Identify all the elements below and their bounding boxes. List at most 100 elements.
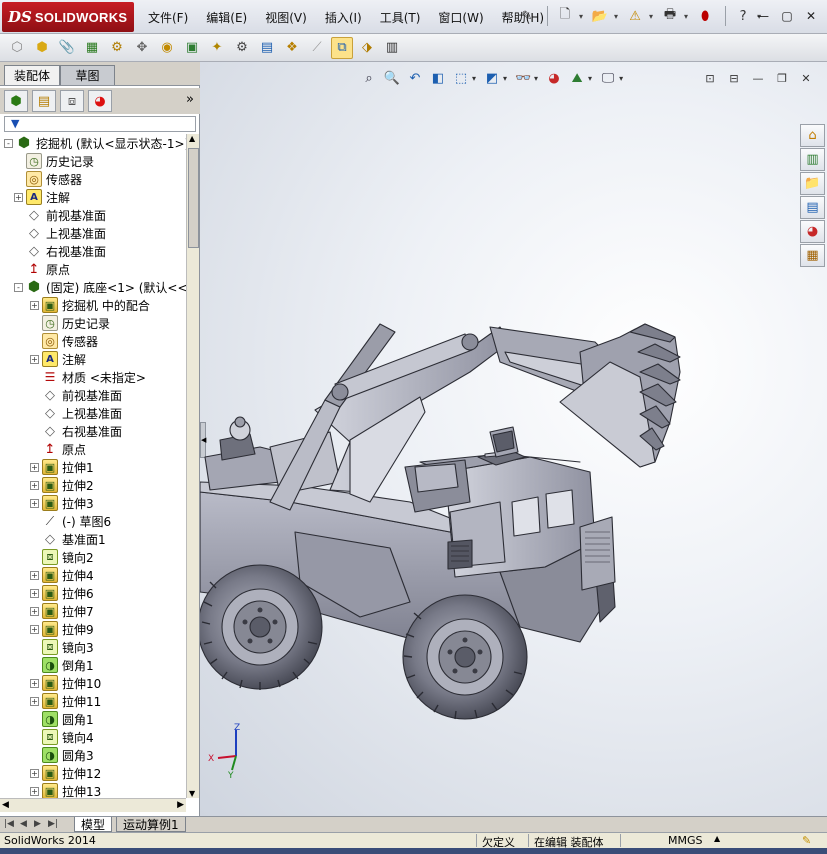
tree-item[interactable]: ◷ 历史记录 <box>30 314 110 332</box>
expand-icon[interactable]: + <box>30 678 39 688</box>
tree-item[interactable]: ☰ 材质 <未指定> <box>30 368 146 386</box>
traffic-light-icon[interactable]: ⬮ <box>694 6 716 26</box>
tree-item[interactable]: - ⬢ (固定) 底座<1> (默认<<默 <box>14 278 186 296</box>
exploded-view-icon[interactable]: ❖ <box>281 37 303 59</box>
new-motion-study-icon[interactable]: ⚙ <box>231 37 253 59</box>
view-palette-icon[interactable]: ▤ <box>800 196 825 219</box>
tab-motion-study[interactable]: 运动算例1 <box>116 817 186 832</box>
expand-icon[interactable]: + <box>30 588 39 598</box>
tree-horizontal-scrollbar[interactable]: ◀ ▶ <box>0 798 186 812</box>
viewport-restore-icon[interactable]: ❐ <box>773 70 791 86</box>
tree-item[interactable]: + ▣ 拉伸2 <box>30 476 94 494</box>
tree-item[interactable]: ⧈ 镜向2 <box>30 548 94 566</box>
viewport-minimize-icon[interactable]: — <box>749 70 767 86</box>
scroll-up-icon[interactable]: ▲ <box>189 134 195 143</box>
new-dropdown-icon[interactable]: ▾ <box>579 12 583 21</box>
tree-item[interactable]: ◇ 前视基准面 <box>14 206 106 224</box>
tree-item[interactable]: + ▣ 拉伸1 <box>30 458 94 476</box>
tree-item[interactable]: + ▣ 拉伸9 <box>30 620 94 638</box>
feature-manager-icon[interactable]: ⬢ <box>4 90 28 112</box>
tree-item[interactable]: ◑ 圆角3 <box>30 746 94 764</box>
display-style-icon[interactable]: ◩ <box>483 69 501 87</box>
reference-geometry-icon[interactable]: ✦ <box>206 37 228 59</box>
first-tab-icon[interactable]: |◀ <box>4 819 14 829</box>
tree-item[interactable]: + ▣ 拉伸11 <box>30 692 101 710</box>
tree-item[interactable]: ◇ 上视基准面 <box>14 224 106 242</box>
tree-item[interactable]: ◇ 基准面1 <box>30 530 106 548</box>
smart-fasteners-icon[interactable]: ⚙ <box>106 37 128 59</box>
open-dropdown-icon[interactable]: ▾ <box>614 12 618 21</box>
menu-view[interactable]: 视图(V) <box>263 9 309 26</box>
bill-of-materials-icon[interactable]: ▤ <box>256 37 278 59</box>
tree-item[interactable]: + ▣ 拉伸10 <box>30 674 101 692</box>
mate-icon[interactable]: 📎 <box>56 37 78 59</box>
expand-icon[interactable]: + <box>30 462 39 472</box>
file-explorer-icon[interactable]: 📁 <box>800 172 825 195</box>
expand-icon[interactable]: + <box>30 606 39 616</box>
tree-filter[interactable]: ▼ <box>4 116 196 132</box>
tree-item[interactable]: ◑ 倒角1 <box>30 656 94 674</box>
solidworks-logo[interactable]: DS SOLIDWORKS <box>2 2 134 32</box>
tree-item[interactable]: + ▣ 拉伸6 <box>30 584 94 602</box>
design-library-icon[interactable]: ▥ <box>800 148 825 171</box>
tree-item[interactable]: + ▣ 拉伸13 <box>30 782 101 798</box>
viewport-split-icon[interactable]: ⊟ <box>725 70 743 86</box>
tree-item[interactable]: + A 注解 <box>30 350 86 368</box>
tree-item[interactable]: ◇ 前视基准面 <box>30 386 122 404</box>
tree-item[interactable]: + ▣ 挖掘机 中的配合 <box>30 296 150 314</box>
tree-item[interactable]: ↥ 原点 <box>30 440 86 458</box>
menu-window[interactable]: 窗口(W) <box>436 9 485 26</box>
next-tab-icon[interactable]: ▶ <box>34 819 41 829</box>
tree-item[interactable]: + ▣ 拉伸3 <box>30 494 94 512</box>
view-orientation-dropdown-icon[interactable]: ▾ <box>472 74 476 83</box>
status-notes-icon[interactable]: ✎ <box>802 834 811 847</box>
print-dropdown-icon[interactable]: ▾ <box>684 12 688 21</box>
tree-item[interactable]: + ▣ 拉伸12 <box>30 764 101 782</box>
scroll-thumb[interactable] <box>188 148 199 248</box>
tree-item[interactable]: + ▣ 拉伸4 <box>30 566 94 584</box>
tree-item[interactable]: ◇ 右视基准面 <box>14 242 106 260</box>
excavator-model[interactable] <box>200 62 827 816</box>
tree-item[interactable]: ◑ 圆角1 <box>30 710 94 728</box>
status-units[interactable]: MMGS <box>668 834 703 847</box>
menu-file[interactable]: 文件(F) <box>146 9 190 26</box>
assembly-visualization-icon[interactable]: ▥ <box>381 37 403 59</box>
zoom-to-area-icon[interactable]: 🔍 <box>383 69 401 87</box>
more-tabs-icon[interactable]: » <box>186 92 194 107</box>
apply-scene-icon[interactable]: ⛰ <box>568 69 586 87</box>
prev-tab-icon[interactable]: ◀ <box>20 819 27 829</box>
new-document-icon[interactable]: 🗋 <box>554 6 576 26</box>
expand-icon[interactable]: + <box>30 498 39 508</box>
collapse-icon[interactable]: - <box>14 282 23 292</box>
minimize-icon[interactable]: — <box>753 8 773 24</box>
insert-components-icon[interactable]: ⬢ <box>31 37 53 59</box>
display-manager-icon[interactable]: ◕ <box>88 90 112 112</box>
tree-item[interactable]: ⟋ (-) 草图6 <box>30 512 111 530</box>
assembly-features-icon[interactable]: ▣ <box>181 37 203 59</box>
section-view-icon[interactable]: ◧ <box>429 69 447 87</box>
tab-assembly[interactable]: 装配体 <box>4 65 60 85</box>
appearances-icon[interactable]: ◕ <box>800 220 825 243</box>
last-tab-icon[interactable]: ▶| <box>48 819 58 829</box>
scroll-down-icon[interactable]: ▼ <box>189 789 195 798</box>
print-icon[interactable]: 🖶 <box>659 6 681 26</box>
view-settings-dropdown-icon[interactable]: ▾ <box>619 74 623 83</box>
zoom-to-fit-icon[interactable]: ⌕ <box>360 69 378 87</box>
expand-icon[interactable]: + <box>30 480 39 490</box>
tree-item[interactable]: + A 注解 <box>14 188 70 206</box>
restore-icon[interactable]: ▢ <box>777 8 797 24</box>
close-icon[interactable]: ✕ <box>801 8 821 24</box>
tree-item[interactable]: ◎ 传感器 <box>14 170 82 188</box>
display-style-dropdown-icon[interactable]: ▾ <box>503 74 507 83</box>
expand-icon[interactable]: + <box>30 624 39 634</box>
menu-edit[interactable]: 编辑(E) <box>204 9 249 26</box>
tree-item[interactable]: ⧈ 镜向3 <box>30 638 94 656</box>
expand-icon[interactable]: + <box>30 300 39 310</box>
expand-icon[interactable]: + <box>30 570 39 580</box>
menu-insert[interactable]: 插入(I) <box>323 9 364 26</box>
tree-item[interactable]: ◇ 右视基准面 <box>30 422 122 440</box>
graphics-area[interactable]: ◀ ⌕ 🔍 ↶ ◧ ⬚ ▾ ◩ ▾ 👓 ▾ ◕ ⛰ ▾ 🖵 ▾ ⊡ ⊟ — ❐ … <box>200 62 827 816</box>
expand-icon[interactable]: + <box>30 354 39 364</box>
menu-tools[interactable]: 工具(T) <box>378 9 423 26</box>
open-icon[interactable]: 📂 <box>589 6 611 26</box>
